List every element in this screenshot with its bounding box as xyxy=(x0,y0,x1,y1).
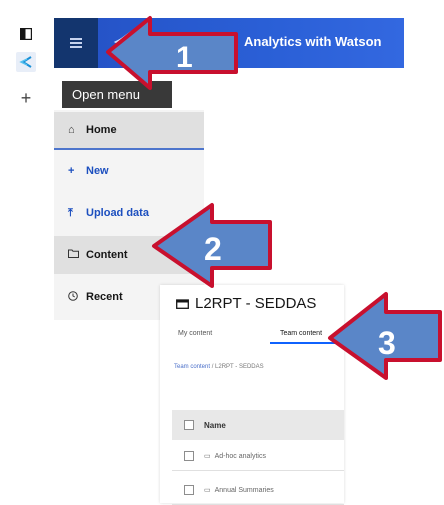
annotation-overlay: 1 2 3 xyxy=(106,16,442,380)
annotation-number-2: 2 xyxy=(204,231,222,267)
annotation-arrow-3: 3 xyxy=(328,292,442,380)
annotation-arrow-2: 2 xyxy=(152,203,272,288)
annotation-arrow-1: 1 xyxy=(106,16,238,90)
annotation-number-1: 1 xyxy=(176,41,193,74)
annotation-number-3: 3 xyxy=(378,325,396,361)
